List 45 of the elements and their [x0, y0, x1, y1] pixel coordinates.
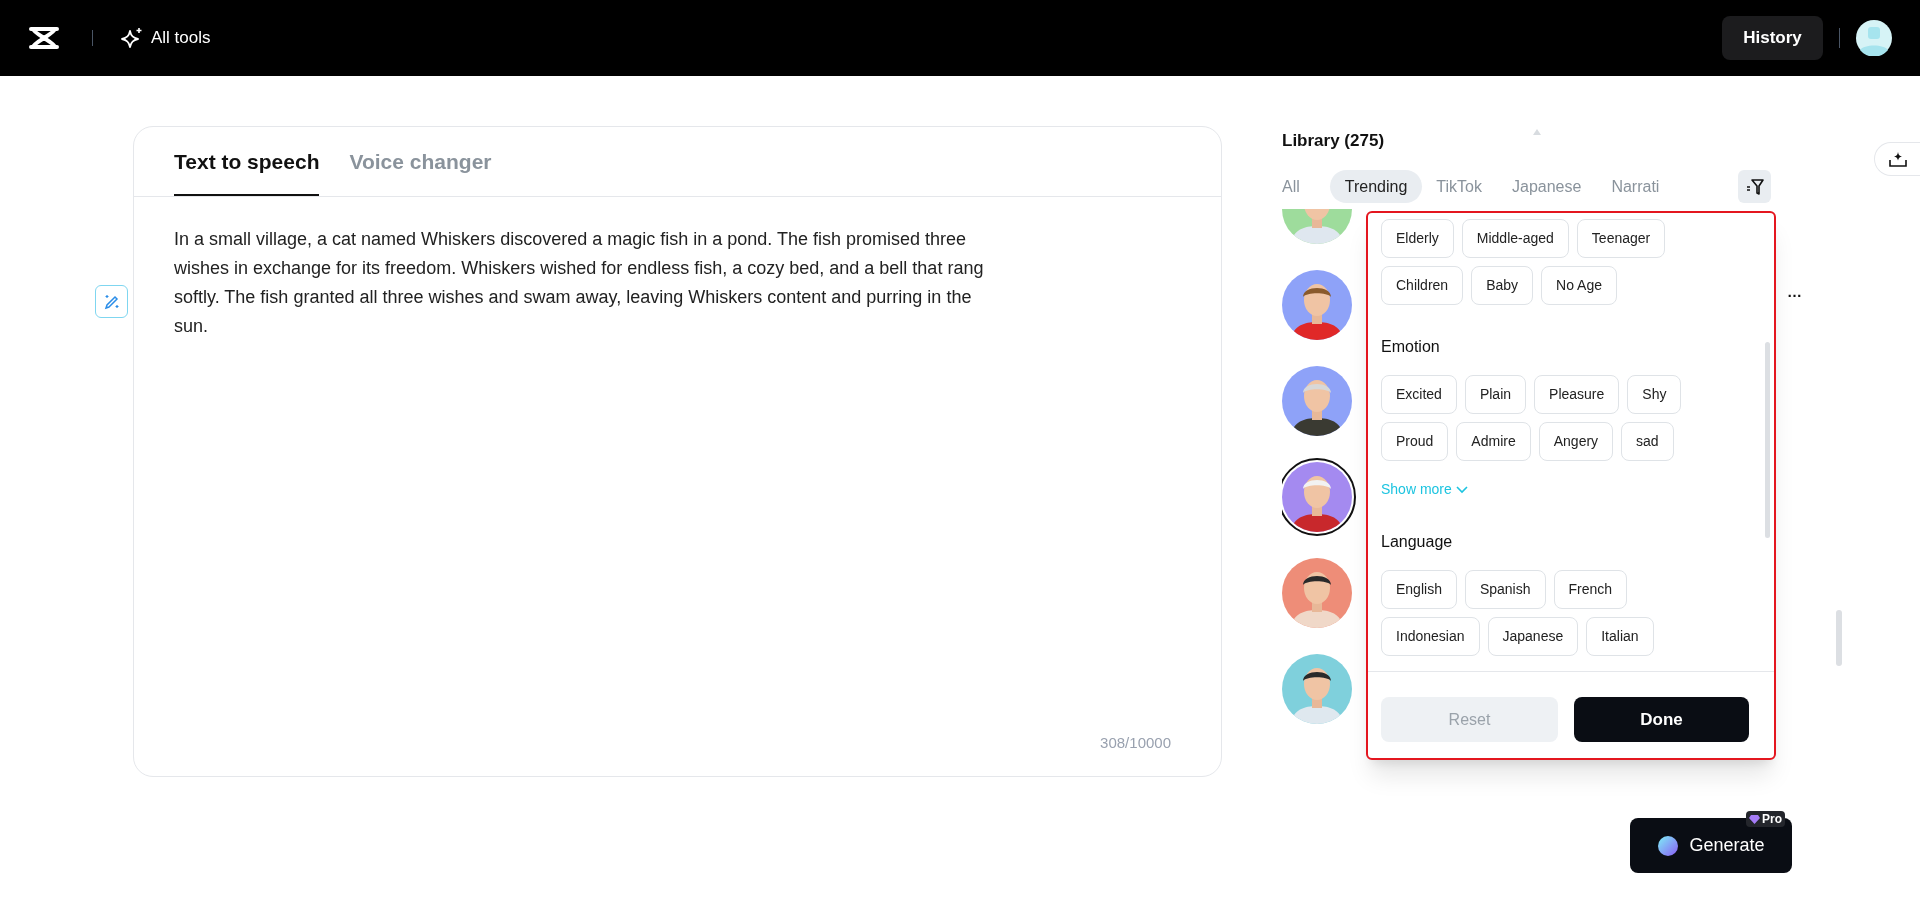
diamond-icon [1749, 814, 1760, 824]
character-counter: 308/10000 [1100, 732, 1171, 753]
filter-chip[interactable]: Children [1381, 266, 1464, 305]
filter-chip[interactable]: Indonesian [1381, 617, 1480, 656]
filter-chip[interactable]: Shy [1627, 375, 1682, 414]
filter-chip[interactable]: Admire [1456, 422, 1531, 461]
script-text[interactable]: In a small village, a cat named Whiskers discovered a magic fish in a pond. The fish promised three wishes in exchange for its freedom. Whiskers wished for endless fish, a cozy bed, and a bell that rang softly. The fish granted all three wishes and swam away, leaving Whiskers content and purring in the sun. [134, 197, 1034, 341]
filter-chip[interactable]: Proud [1381, 422, 1449, 461]
library-title: Library (275) [1282, 130, 1385, 148]
filter-chip[interactable]: Baby [1471, 266, 1534, 305]
filter-chip[interactable]: sad [1621, 422, 1674, 461]
filter-chip[interactable]: No Age [1541, 266, 1617, 305]
filter-icon [1744, 176, 1765, 197]
editor-tab[interactable]: Text to speech [174, 126, 320, 196]
filter-chip[interactable]: Teenager [1576, 219, 1666, 258]
voice-name: … [1787, 281, 1802, 302]
filter-chip[interactable]: Italian [1586, 617, 1654, 656]
history-button[interactable]: History [1722, 16, 1823, 60]
ai-write-button[interactable] [95, 285, 128, 318]
magic-pen-icon [102, 292, 121, 311]
filter-chip[interactable]: English [1381, 570, 1457, 609]
filter-chip[interactable]: Japanese [1487, 617, 1579, 656]
filter-chip[interactable]: French [1553, 570, 1628, 609]
logo-icon[interactable] [28, 26, 60, 50]
voice-avatar[interactable] [1282, 458, 1356, 536]
orb-icon [1657, 834, 1680, 857]
filter-chip[interactable]: Middle-aged [1461, 219, 1569, 258]
pro-badge: Pro [1746, 811, 1785, 827]
sparkle-icon [121, 27, 143, 49]
all-tools-button[interactable]: All tools [121, 25, 211, 51]
filter-chip[interactable]: Angery [1538, 422, 1614, 461]
filter-chip[interactable]: Pleasure [1534, 375, 1620, 414]
filter-chip[interactable]: Elderly [1381, 219, 1454, 258]
library-tab[interactable]: Trending [1329, 170, 1423, 203]
avatar-icon[interactable] [1856, 20, 1892, 56]
section-heading: Emotion [1381, 337, 1441, 357]
filter-chip[interactable]: Spanish [1464, 570, 1546, 609]
scrollbar-thumb[interactable] [1836, 610, 1842, 666]
done-button[interactable]: Done [1574, 697, 1749, 742]
panel-scrollbar[interactable] [1765, 342, 1770, 538]
section-heading: Language [1381, 532, 1454, 552]
filter-button[interactable] [1738, 170, 1771, 203]
filter-chip[interactable]: Excited [1381, 375, 1457, 414]
filter-chip[interactable]: Plain [1464, 375, 1527, 414]
chevron-down-icon [1455, 485, 1468, 494]
